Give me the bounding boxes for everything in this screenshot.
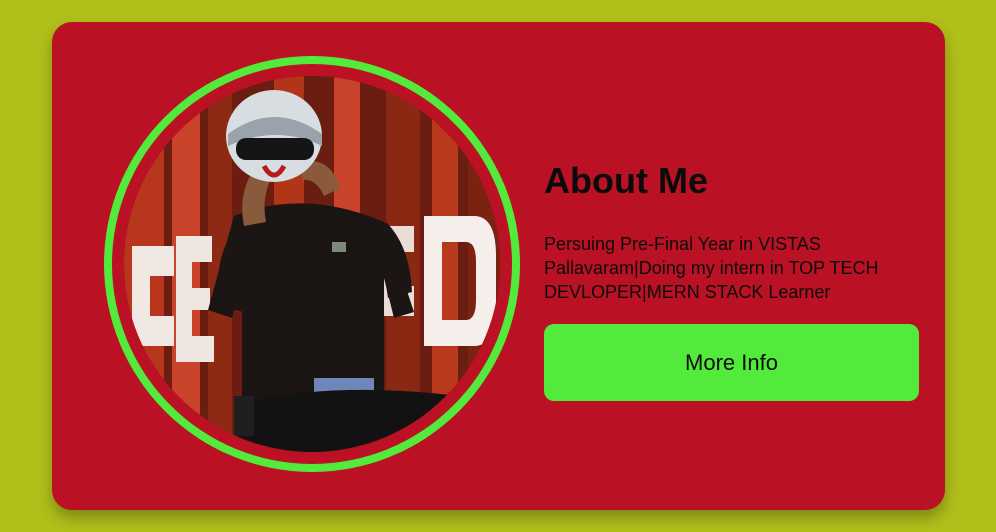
profile-photo-frame — [112, 64, 512, 464]
profile-photo-illustration — [124, 76, 500, 452]
about-text-column: About Me Persuing Pre-Final Year in VIST… — [544, 160, 924, 304]
about-title: About Me — [544, 160, 708, 201]
profile-photo-ring — [104, 56, 520, 472]
about-card: About Me Persuing Pre-Final Year in VIST… — [52, 22, 945, 510]
about-bio: Persuing Pre-Final Year in VISTAS Pallav… — [544, 234, 879, 302]
more-info-button[interactable]: More Info — [544, 324, 919, 401]
profile-photo — [124, 76, 500, 452]
